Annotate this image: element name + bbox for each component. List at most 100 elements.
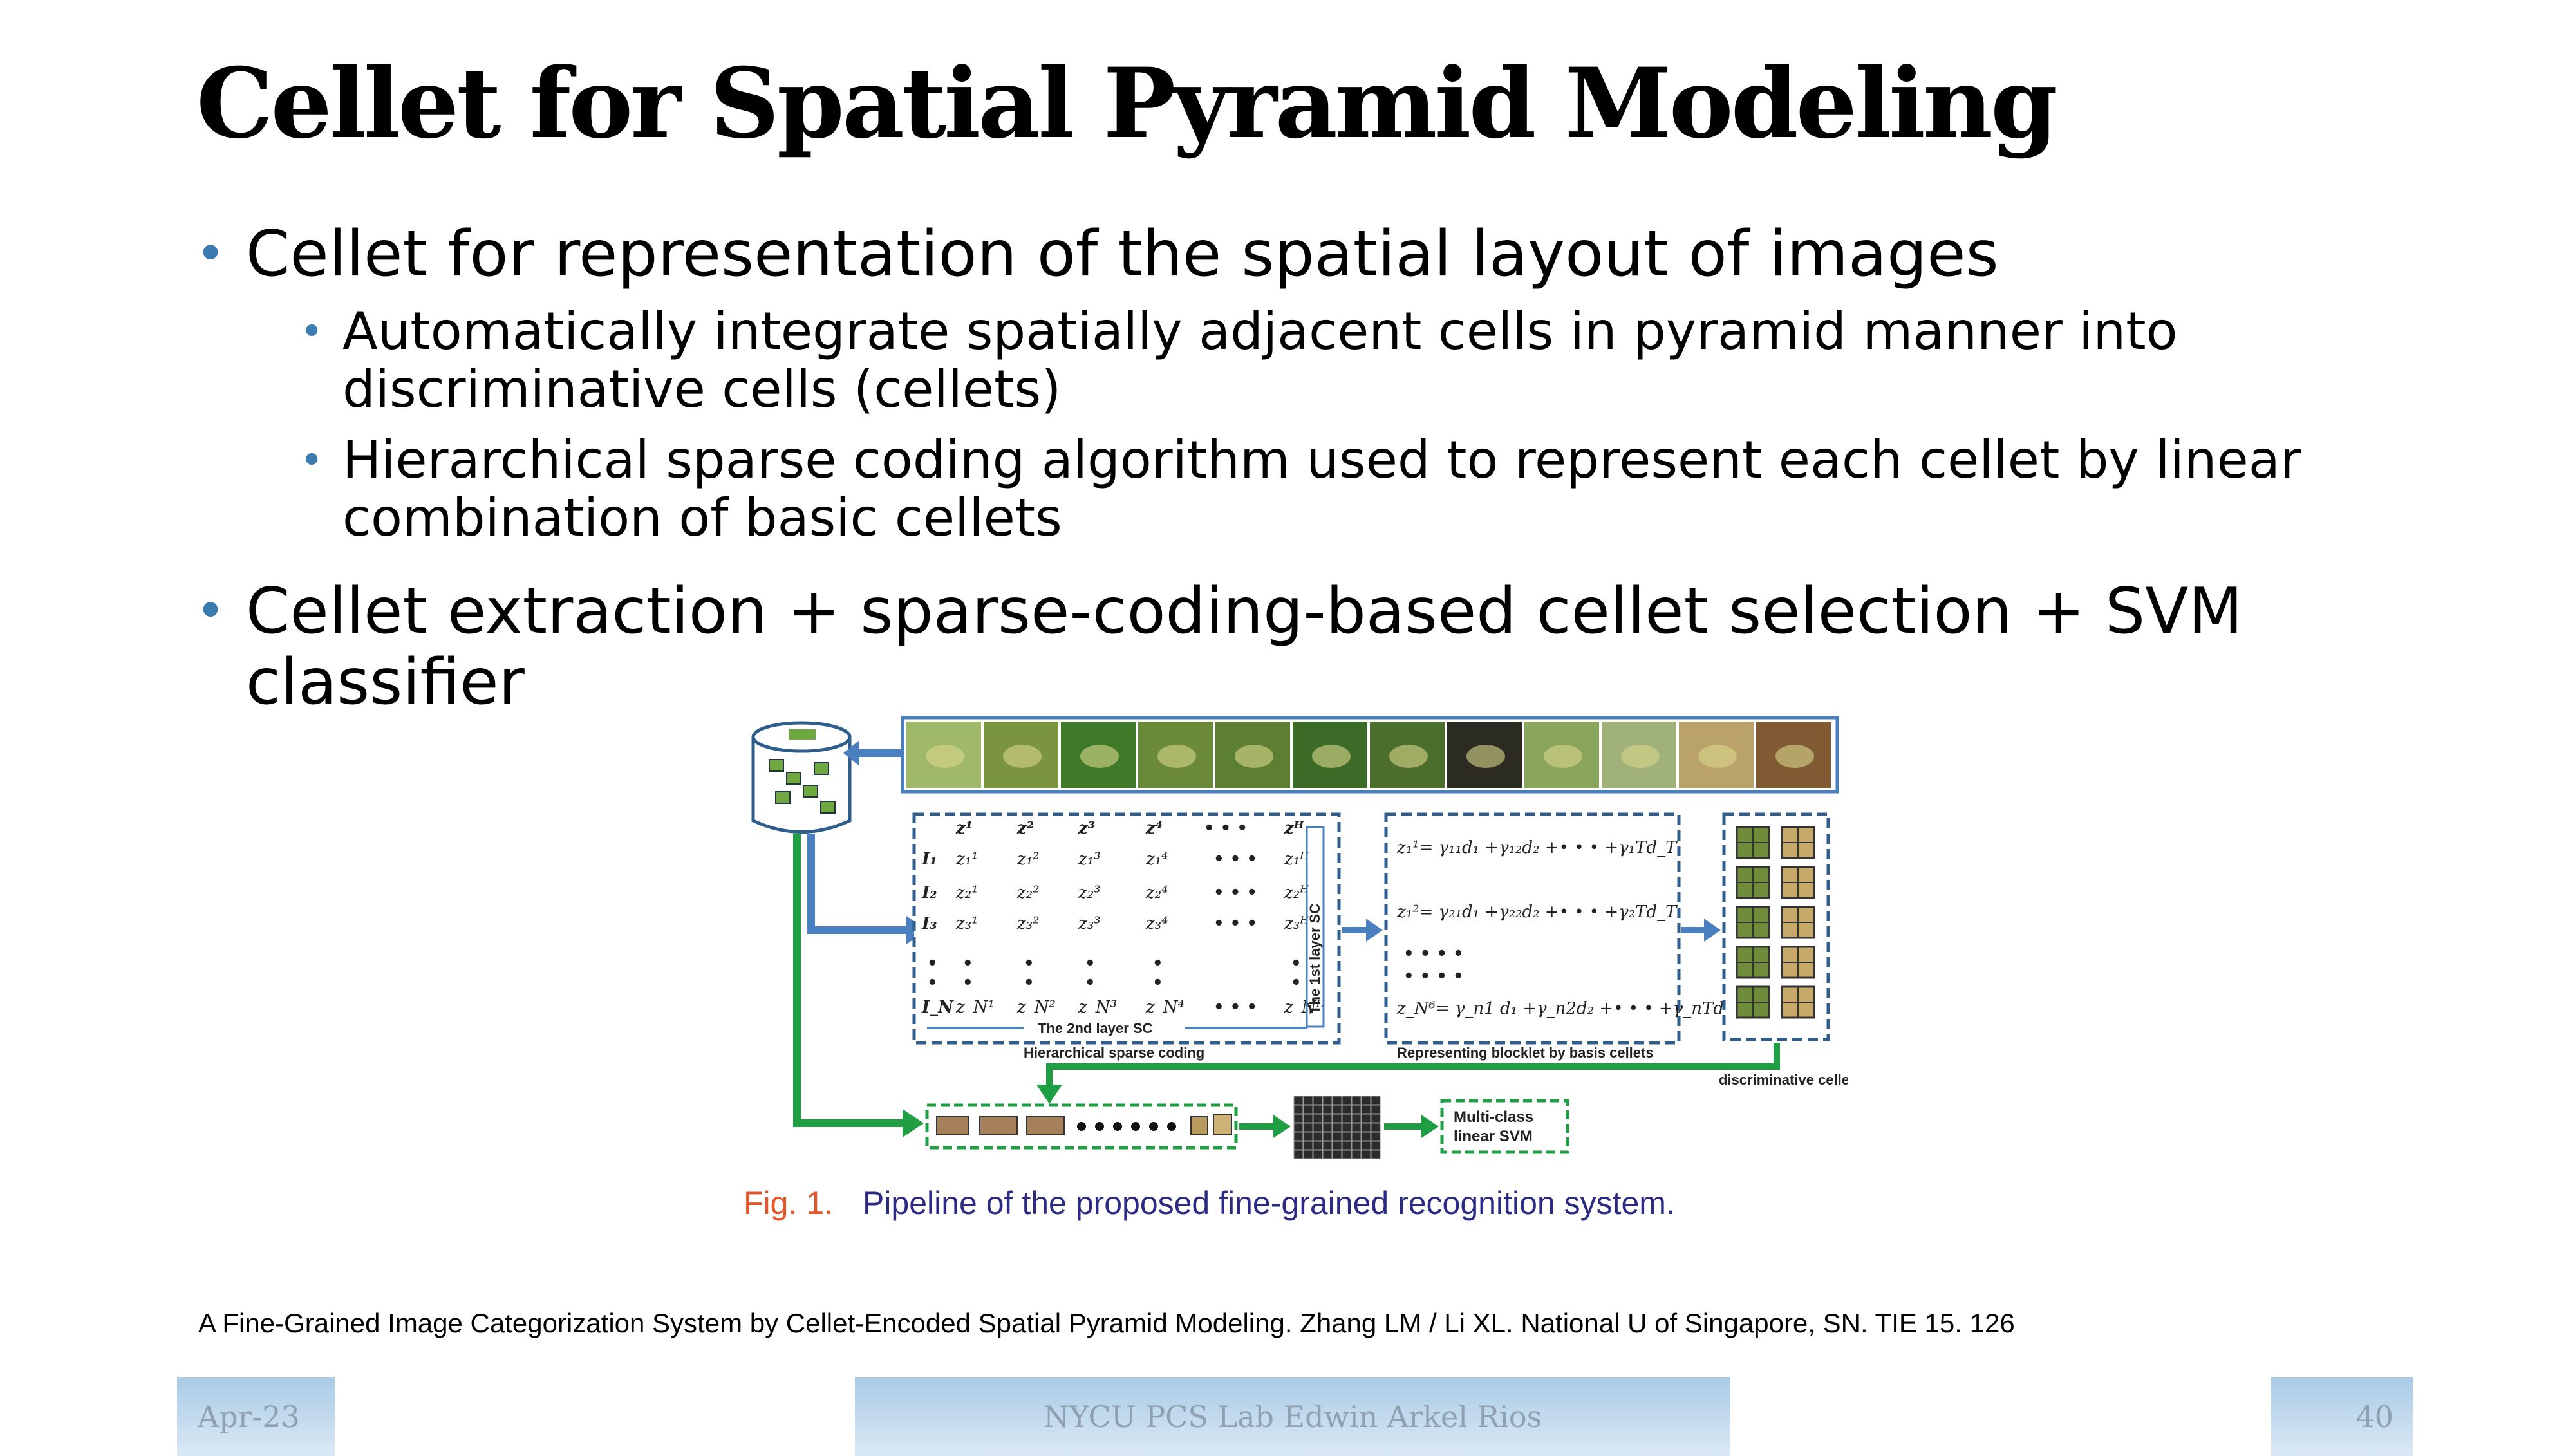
discriminative-label: discriminative cellets xyxy=(1719,1072,1848,1088)
svg-text:z⁴: z⁴ xyxy=(1145,819,1163,838)
grid-cell xyxy=(1361,1150,1371,1159)
layer1-label: The 1st layer SC xyxy=(1307,904,1323,1014)
footer-page-number: 40 xyxy=(2271,1377,2413,1456)
grid-cell xyxy=(1361,1141,1371,1150)
grid-cell xyxy=(1361,1105,1371,1114)
insect-shape xyxy=(1698,745,1737,768)
grid-cell xyxy=(1293,1105,1304,1114)
bullet-marker: • xyxy=(196,583,226,640)
svg-text:z₁¹= γ₁₁d₁ +γ₁₂d₂ +• • • +γ₁Td: z₁¹= γ₁₁d₁ +γ₁₂d₂ +• • • +γ₁Td_T xyxy=(1396,838,1678,857)
grid-cell xyxy=(1313,1105,1323,1114)
grid-cell xyxy=(1322,1132,1333,1141)
svg-text:•: • xyxy=(1085,954,1096,973)
grid-cell xyxy=(1313,1141,1323,1150)
svg-text:•: • xyxy=(927,973,938,993)
grid-cell xyxy=(1293,1096,1304,1105)
svg-text:•: • xyxy=(1152,954,1163,973)
selected-cellet xyxy=(1026,1116,1065,1135)
panel1-title: Hierarchical sparse coding xyxy=(1024,1045,1204,1061)
feature-grid-icon xyxy=(1293,1096,1381,1159)
grid-cell xyxy=(1351,1096,1362,1105)
svg-text:z₂¹: z₂¹ xyxy=(955,883,979,902)
grid-cell xyxy=(1342,1141,1352,1150)
grid-cell xyxy=(1342,1123,1352,1132)
svg-text:z₃²: z₃² xyxy=(1016,914,1040,933)
ellipsis-dot xyxy=(1131,1122,1140,1131)
grid-cell xyxy=(1313,1150,1323,1159)
svg-text:•: • xyxy=(962,954,973,973)
footer-center: NYCU PCS Lab Edwin Arkel Rios xyxy=(855,1377,1730,1456)
arrow-head xyxy=(903,1109,924,1137)
grid-cell xyxy=(1332,1105,1342,1114)
grid-cell xyxy=(1322,1123,1333,1132)
sub-bullet-2-line2: combination of basic cellets xyxy=(342,488,1062,548)
pipeline-diagram: z¹ z² z³ z⁴ zᴴ I₁I₂I₃ I_N z₁¹ z₁² z₁³ z₁⁴ z₁ᴴ … xyxy=(751,716,1848,1159)
grid-cell xyxy=(1303,1114,1313,1123)
insect-shape xyxy=(1544,745,1582,768)
insect-shape xyxy=(1775,745,1814,768)
svg-text:•: • xyxy=(1291,973,1302,993)
svg-text:z₁²= γ₂₁d₁ +γ₂₂d₂ +• • • +γ₂Td: z₁²= γ₂₁d₁ +γ₂₂d₂ +• • • +γ₂Td_T xyxy=(1396,902,1678,922)
grid-cell xyxy=(1371,1123,1381,1132)
svg-text:z_N²: z_N² xyxy=(1016,998,1056,1017)
grid-cell xyxy=(1293,1114,1304,1123)
insect-shape xyxy=(1157,745,1196,768)
grid-cell xyxy=(1361,1132,1371,1141)
sub-bullet-1-line1: Automatically integrate spatially adjace… xyxy=(342,301,2178,361)
grid-cell xyxy=(1303,1096,1313,1105)
arrow-head xyxy=(1036,1085,1062,1104)
grid-cell xyxy=(1313,1123,1323,1132)
selected-cellet xyxy=(936,1116,969,1135)
grid-cell xyxy=(1313,1132,1323,1141)
svg-text:z¹: z¹ xyxy=(955,819,973,838)
reference-citation: A Fine-Grained Image Categorization Syst… xyxy=(198,1308,2015,1338)
arrow-db-to-sc xyxy=(807,834,908,934)
sub-bullet-2-line1: Hierarchical sparse coding algorithm use… xyxy=(342,430,2301,490)
insect-shape xyxy=(1003,745,1042,768)
pipeline-figure: z¹ z² z³ z⁴ zᴴ I₁ I₂ I₃ I_N z₁¹ z₁² z₁³ z₁⁴ z₁ᴴ … xyxy=(740,711,1848,1226)
svg-text:z₂²: z₂² xyxy=(1016,883,1040,902)
grid-cell xyxy=(1371,1114,1381,1123)
selected-cellet xyxy=(1213,1114,1232,1135)
figure-caption: Fig. 1. Pipeline of the proposed fine-gra… xyxy=(744,1184,1675,1222)
svg-text:zᴴ: zᴴ xyxy=(1284,819,1304,838)
svg-text:z₂ᴴ: z₂ᴴ xyxy=(1284,883,1309,902)
grid-cell xyxy=(1293,1150,1304,1159)
svg-text:z₃¹: z₃¹ xyxy=(955,914,979,933)
svg-text:z³: z³ xyxy=(1078,819,1095,838)
svg-text:z₁³: z₁³ xyxy=(1078,850,1101,869)
grid-cell xyxy=(1351,1132,1362,1141)
ellipsis-dot xyxy=(1095,1122,1104,1131)
grid-cell xyxy=(1322,1141,1333,1150)
grid-cell xyxy=(1313,1096,1323,1105)
svg-text:•: • xyxy=(927,954,938,973)
grid-cell xyxy=(1332,1114,1342,1123)
grid-cell xyxy=(1351,1150,1362,1159)
grid-cell xyxy=(1332,1141,1342,1150)
svg-text:• • •: • • • xyxy=(1213,914,1257,933)
grid-cell xyxy=(1361,1114,1371,1123)
grid-cell xyxy=(1293,1123,1304,1132)
grid-cell xyxy=(1322,1150,1333,1159)
slide-title: Cellet for Spatial Pyramid Modeling xyxy=(196,47,2058,160)
svg-text:z₁⁴: z₁⁴ xyxy=(1145,850,1168,869)
arrow-head xyxy=(1421,1115,1439,1138)
grid-cell xyxy=(1342,1114,1352,1123)
insect-shape xyxy=(1312,745,1351,768)
grid-cell xyxy=(1322,1105,1333,1114)
grid-cell xyxy=(1293,1132,1304,1141)
svg-text:I₃: I₃ xyxy=(921,914,937,933)
grid-cell xyxy=(1351,1105,1362,1114)
grid-cell xyxy=(1332,1096,1342,1105)
grid-cell xyxy=(1332,1123,1342,1132)
sub-bullet-2: • Hierarchical sparse coding algorithm u… xyxy=(300,430,2301,548)
svg-text:• • •: • • • • xyxy=(1403,967,1464,986)
svg-text:• • •: • • • xyxy=(1213,850,1257,869)
svg-text:I_N: I_N xyxy=(921,998,954,1017)
arrow-head xyxy=(1704,919,1721,942)
grid-cell xyxy=(1371,1141,1381,1150)
svg-text:z₁¹: z₁¹ xyxy=(955,850,979,869)
svg-text:• • •: • • • xyxy=(1204,819,1248,838)
svg-text:z₁ᴴ: z₁ᴴ xyxy=(1284,850,1309,869)
grid-cell xyxy=(1371,1132,1381,1141)
